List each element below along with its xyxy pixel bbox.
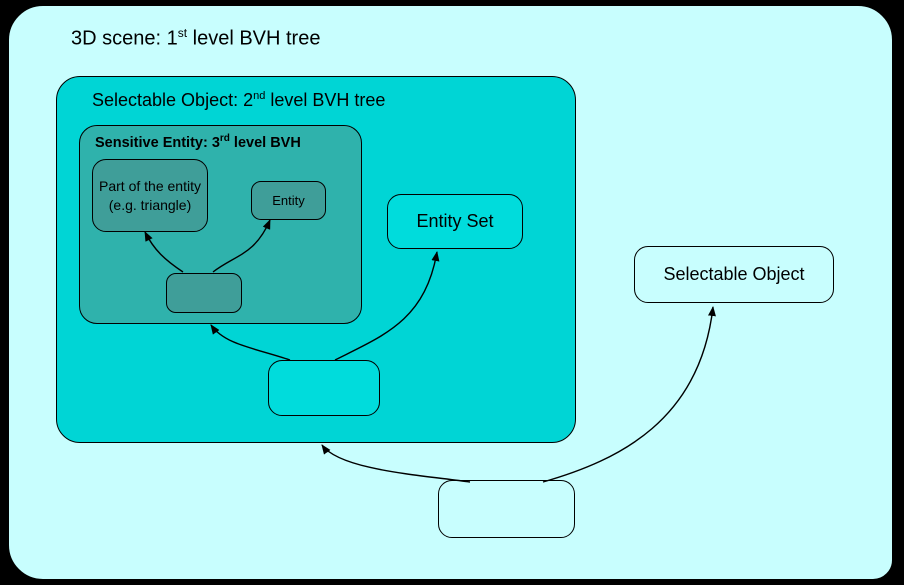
selectable-title: Selectable Object: 2nd level BVH tree bbox=[92, 90, 385, 111]
part-label: Part of the entity (e.g. triangle) bbox=[97, 177, 203, 213]
scene-container: 3D scene: 1st level BVH tree Selectable … bbox=[8, 5, 893, 580]
sensitive-title: Sensitive Entity: 3rd level BVH bbox=[95, 133, 301, 151]
sensitive-entity-container: Sensitive Entity: 3rd level BVH Part of … bbox=[79, 125, 362, 324]
sensitive-title-sup: rd bbox=[220, 133, 230, 144]
entity-box: Entity bbox=[251, 181, 326, 220]
selectable-object-container: Selectable Object: 2nd level BVH tree Se… bbox=[56, 76, 576, 443]
selectable-object-label: Selectable Object bbox=[663, 264, 804, 285]
scene-title-post: level BVH tree bbox=[187, 28, 320, 50]
selectable-title-post: level BVH tree bbox=[265, 90, 385, 110]
scene-title-sup: st bbox=[178, 26, 187, 40]
scene-title: 3D scene: 1st level BVH tree bbox=[71, 26, 320, 51]
selectable-object-box: Selectable Object bbox=[634, 246, 834, 303]
scene-title-pre: 3D scene: 1 bbox=[71, 28, 178, 50]
bottom-bvh-node bbox=[438, 480, 575, 538]
mid-bvh-node bbox=[268, 360, 380, 416]
entity-label: Entity bbox=[272, 193, 305, 208]
entity-set-box: Entity Set bbox=[387, 194, 523, 249]
sensitive-title-post: level BVH bbox=[230, 135, 301, 151]
inner-bvh-node bbox=[166, 273, 242, 313]
entity-set-label: Entity Set bbox=[416, 211, 493, 232]
part-of-entity-box: Part of the entity (e.g. triangle) bbox=[92, 159, 208, 232]
sensitive-title-pre: Sensitive Entity: 3 bbox=[95, 135, 220, 151]
selectable-title-sup: nd bbox=[253, 90, 265, 102]
selectable-title-pre: Selectable Object: 2 bbox=[92, 90, 253, 110]
